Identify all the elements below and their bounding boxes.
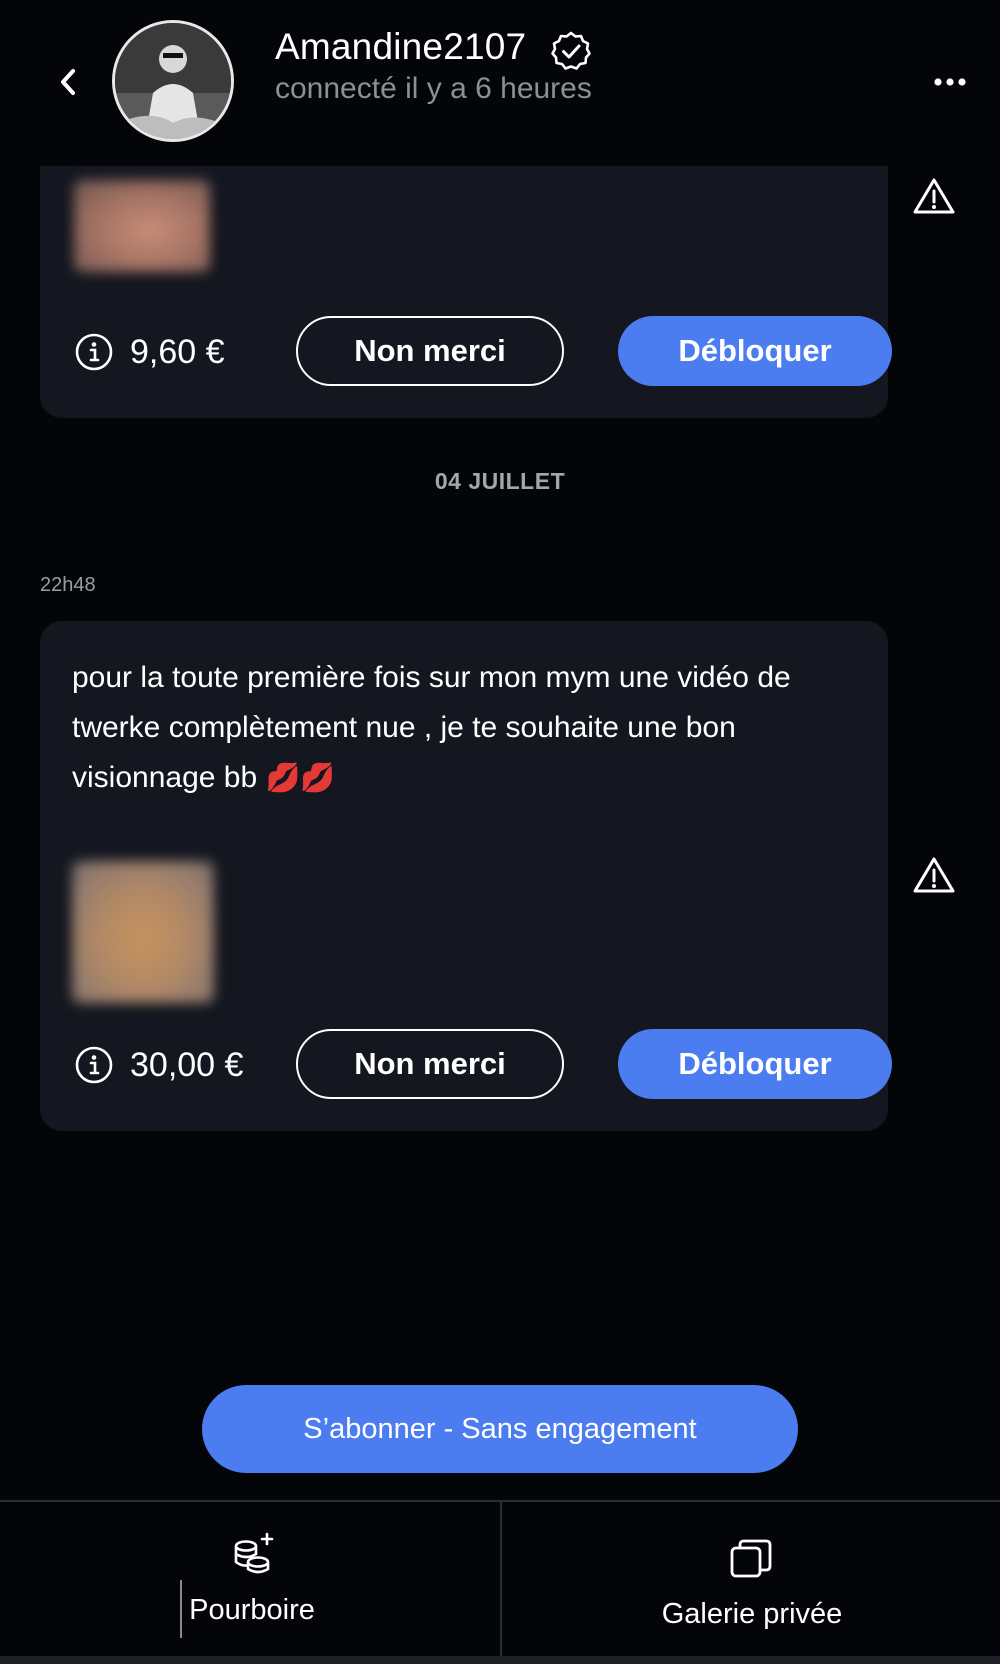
gallery-label: Galerie privée xyxy=(661,1598,843,1630)
bottom-action-bar: Pourboire Galerie privée xyxy=(0,1500,1000,1664)
avatar-photo xyxy=(115,23,231,139)
more-options-button[interactable] xyxy=(932,70,968,94)
date-separator: 04 JUILLET xyxy=(434,468,566,494)
more-horizontal-icon xyxy=(934,78,966,86)
chat-header: Amandine2107 connecté il y a 6 heures xyxy=(0,0,1000,166)
decline-button[interactable]: Non merci xyxy=(296,1029,564,1099)
paywall-row: 30,00 € Non merci Débloquer xyxy=(74,1029,892,1099)
coins-plus-icon xyxy=(234,1532,274,1574)
gallery-copy-icon xyxy=(730,1539,772,1578)
unlock-button[interactable]: Débloquer xyxy=(618,316,892,386)
tip-tab[interactable]: Pourboire xyxy=(0,1502,500,1662)
subscribe-button[interactable]: S’abonner - Sans engagement xyxy=(202,1385,798,1473)
info-icon[interactable] xyxy=(74,1045,114,1085)
message-bubble: pour la toute première fois sur mon mym … xyxy=(40,621,892,1131)
report-warning-icon[interactable] xyxy=(912,176,956,216)
message-body: pour la toute première fois sur mon mym … xyxy=(72,661,791,794)
last-seen-status: connecté il y a 6 heures xyxy=(275,72,592,105)
locked-media-thumbnail[interactable] xyxy=(72,861,214,1003)
decline-button[interactable]: Non merci xyxy=(296,316,564,386)
message-bubble: 9,60 € Non merci Débloquer xyxy=(40,166,892,418)
message-timestamp: 22h48 xyxy=(40,574,96,596)
unlock-button[interactable]: Débloquer xyxy=(618,1029,892,1099)
kiss-emoji: 💋💋 xyxy=(265,762,336,793)
locked-media-thumbnail[interactable] xyxy=(74,180,210,272)
chevron-left-icon xyxy=(61,69,75,95)
report-warning-icon[interactable] xyxy=(912,855,956,895)
back-button[interactable] xyxy=(52,62,84,102)
avatar[interactable] xyxy=(112,20,234,142)
price-label: 30,00 € xyxy=(130,1046,244,1084)
info-icon[interactable] xyxy=(74,332,114,372)
verified-badge-icon xyxy=(551,31,591,70)
message-text: pour la toute première fois sur mon mym … xyxy=(72,653,862,803)
private-gallery-tab[interactable]: Galerie privée xyxy=(502,1502,1000,1662)
tip-label: Pourboire xyxy=(189,1594,315,1626)
price-label: 9,60 € xyxy=(130,333,225,371)
paywall-row: 9,60 € Non merci Débloquer xyxy=(74,316,892,386)
username[interactable]: Amandine2107 xyxy=(275,26,526,68)
bottom-edge xyxy=(0,1656,1000,1664)
